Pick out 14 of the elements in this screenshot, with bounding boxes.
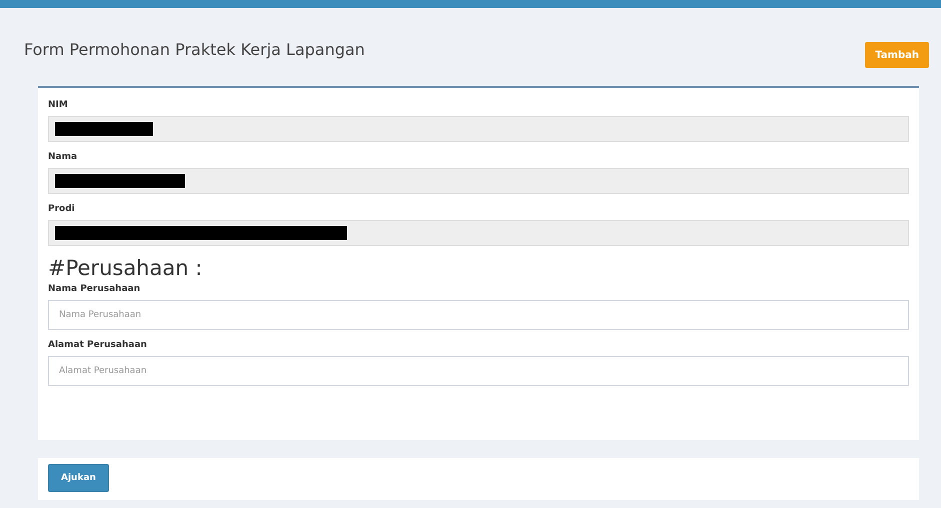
page-title: Form Permohonan Praktek Kerja Lapangan [24,40,365,59]
readonly-field[interactable] [48,116,909,142]
field-label: Alamat Perusahaan [48,339,148,352]
submit-button[interactable]: Ajukan [48,464,109,492]
field-label: Nama [48,151,78,164]
field-label: Nama Perusahaan [48,283,142,296]
input-field[interactable]: Nama Perusahaan [48,300,909,330]
readonly-field[interactable] [48,168,909,194]
input-field[interactable]: Alamat Perusahaan [48,356,909,386]
field-label: Prodi [48,203,76,216]
section-heading: #Perusahaan : [48,256,204,280]
readonly-field[interactable] [48,220,909,246]
add-button[interactable]: Tambah [865,42,929,68]
field-label: NIM [48,99,69,112]
